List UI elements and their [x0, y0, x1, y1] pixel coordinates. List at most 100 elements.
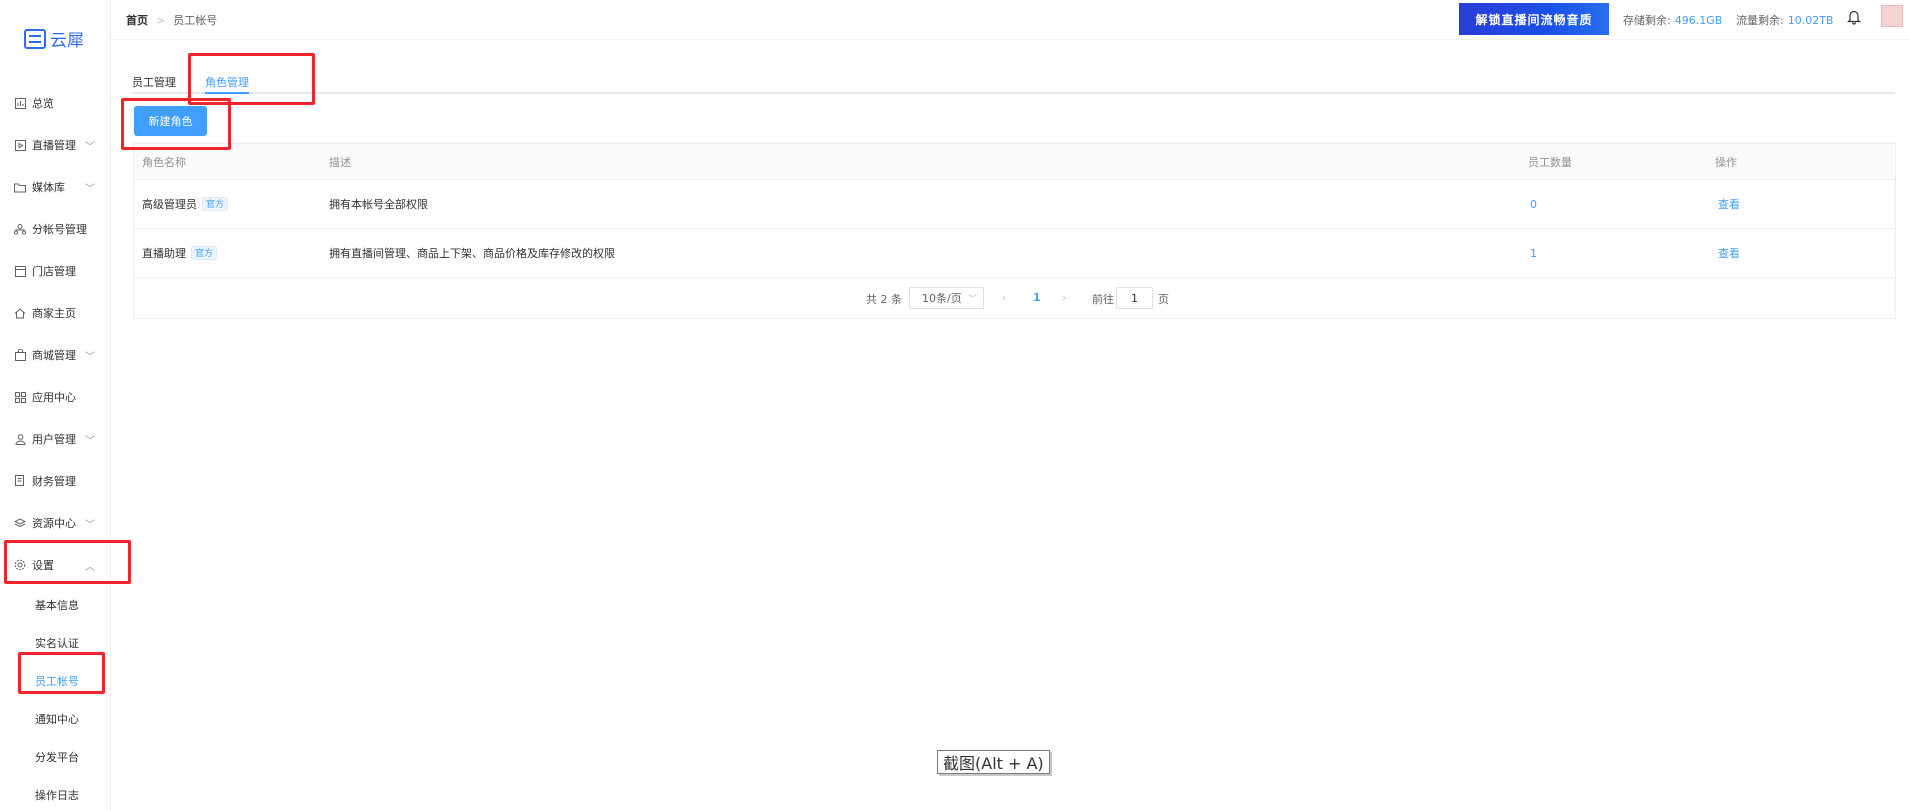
new-role-button[interactable]: 新建角色 — [134, 106, 207, 136]
tab-role-management[interactable]: 角色管理 — [205, 74, 249, 90]
tab-staff-management[interactable]: 员工管理 — [132, 74, 176, 90]
active-tab-indicator — [205, 92, 249, 94]
sidebar-item-label: 应用中心 — [32, 391, 76, 404]
sidebar-item-label: 设置 — [32, 559, 54, 572]
sidebar-item-stores[interactable]: 门店管理 — [0, 250, 111, 292]
role-name: 高级管理员 — [142, 198, 197, 211]
sidebar-item-label: 分帐号管理 — [32, 223, 87, 236]
promo-banner[interactable]: 解锁直播间流畅音质 — [1459, 3, 1609, 35]
pagination: 共 2 条 10条/页 ﹀ ‹ 1 › 前往 1 页 — [134, 278, 1895, 318]
official-tag: 官方 — [202, 197, 229, 211]
sidebar-item-finance[interactable]: 财务管理 — [0, 460, 111, 502]
finance-icon — [14, 475, 26, 487]
sidebar-item-overview[interactable]: 总览 — [0, 82, 111, 124]
sidebar: 云犀 总览 直播管理 ﹀ 媒体库 ﹀ 分帐号管理 门店管理 商家主页 商城管理 … — [0, 0, 111, 810]
table-row: 直播助理 官方 拥有直播间管理、商品上下架、商品价格及库存修改的权限 1 查看 — [134, 229, 1895, 278]
role-name-cell: 高级管理员 官方 — [142, 180, 229, 228]
folder-icon — [14, 181, 26, 193]
play-icon — [14, 139, 26, 151]
column-header-role-name: 角色名称 — [142, 155, 186, 169]
role-name: 直播助理 — [142, 247, 186, 260]
chevron-down-icon: ﹀ — [85, 436, 95, 447]
settings-sub-staff-accounts[interactable]: 员工帐号 — [0, 662, 111, 700]
role-table: 角色名称 描述 员工数量 操作 高级管理员 官方 拥有本帐号全部权限 0 查看 … — [133, 143, 1896, 319]
column-header-description: 描述 — [329, 155, 351, 169]
chevron-right-icon: > — [156, 13, 166, 27]
page-size-select[interactable]: 10条/页 ﹀ — [909, 287, 984, 309]
traffic-quota: 流量剩余: 10.02TB — [1736, 12, 1833, 28]
breadcrumb: 首页 > 员工帐号 — [126, 12, 217, 28]
page-suffix: 页 — [1158, 293, 1169, 306]
sidebar-item-live[interactable]: 直播管理 ﹀ — [0, 124, 111, 166]
settings-sub-notifications[interactable]: 通知中心 — [0, 700, 111, 738]
sidebar-item-apps[interactable]: 应用中心 — [0, 376, 111, 418]
official-tag: 官方 — [191, 246, 218, 260]
breadcrumb-home[interactable]: 首页 — [126, 12, 148, 28]
traffic-label: 流量剩余: — [1736, 14, 1784, 27]
chevron-down-icon: ﹀ — [85, 520, 95, 531]
sidebar-item-resources[interactable]: 资源中心 ﹀ — [0, 502, 111, 544]
avatar[interactable] — [1881, 5, 1903, 27]
sidebar-item-label: 媒体库 — [32, 181, 65, 194]
pagination-total: 共 2 条 — [866, 293, 902, 306]
sidebar-item-label: 门店管理 — [32, 265, 76, 278]
view-link[interactable]: 查看 — [1718, 180, 1740, 228]
hierarchy-icon — [14, 223, 26, 235]
traffic-value: 10.02TB — [1787, 14, 1834, 27]
page-number-current[interactable]: 1 — [1033, 291, 1041, 304]
sidebar-item-label: 商城管理 — [32, 349, 76, 362]
sidebar-item-label: 商家主页 — [32, 307, 76, 320]
home-icon — [14, 307, 26, 319]
sidebar-item-merchant-home[interactable]: 商家主页 — [0, 292, 111, 334]
prev-page-icon[interactable]: ‹ — [1002, 291, 1006, 304]
staff-count-link[interactable]: 1 — [1530, 229, 1537, 277]
storage-value: 496.1GB — [1674, 14, 1723, 27]
user-icon — [14, 433, 26, 445]
sidebar-item-label: 直播管理 — [32, 139, 76, 152]
chart-icon — [14, 97, 26, 109]
storage-label: 存储剩余: — [1623, 14, 1671, 27]
settings-sub-real-name[interactable]: 实名认证 — [0, 624, 111, 662]
staff-count-link[interactable]: 0 — [1530, 180, 1537, 228]
store-icon — [14, 265, 26, 277]
sidebar-item-subaccounts[interactable]: 分帐号管理 — [0, 208, 111, 250]
layers-icon — [14, 517, 26, 529]
goto-page-input[interactable]: 1 — [1116, 287, 1153, 309]
table-row: 高级管理员 官方 拥有本帐号全部权限 0 查看 — [134, 180, 1895, 229]
bag-icon — [14, 349, 26, 361]
gear-icon — [14, 559, 26, 571]
top-header: 首页 > 员工帐号 解锁直播间流畅音质 存储剩余: 496.1GB 流量剩余: 10… — [111, 0, 1910, 40]
view-link[interactable]: 查看 — [1718, 229, 1740, 277]
breadcrumb-current: 员工帐号 — [173, 14, 218, 27]
table-header: 角色名称 描述 员工数量 操作 — [134, 144, 1895, 180]
storage-quota: 存储剩余: 496.1GB — [1623, 12, 1722, 28]
sidebar-item-media[interactable]: 媒体库 ﹀ — [0, 166, 111, 208]
column-header-staff-count: 员工数量 — [1528, 155, 1572, 169]
screenshot-tooltip: 截图(Alt + A) — [937, 750, 1050, 774]
settings-sub-operation-log[interactable]: 操作日志 — [0, 776, 111, 810]
logo-icon — [24, 28, 46, 49]
sidebar-item-users[interactable]: 用户管理 ﹀ — [0, 418, 111, 460]
next-page-icon[interactable]: › — [1062, 291, 1066, 304]
bell-icon[interactable] — [1847, 9, 1861, 25]
sidebar-item-mall[interactable]: 商城管理 ﹀ — [0, 334, 111, 376]
chevron-down-icon: ﹀ — [85, 142, 95, 153]
chevron-up-icon: ︿ — [85, 562, 95, 573]
role-description: 拥有直播间管理、商品上下架、商品价格及库存修改的权限 — [329, 247, 615, 260]
chevron-down-icon: ﹀ — [85, 184, 95, 195]
sidebar-item-label: 总览 — [32, 97, 54, 110]
settings-sub-basic-info[interactable]: 基本信息 — [0, 586, 111, 624]
logo-text: 云犀 — [50, 31, 84, 51]
role-name-cell: 直播助理 官方 — [142, 229, 218, 277]
tab-bar: 员工管理 角色管理 — [132, 62, 1895, 94]
goto-label: 前往 — [1092, 293, 1114, 306]
settings-sub-distribution[interactable]: 分发平台 — [0, 738, 111, 776]
role-description: 拥有本帐号全部权限 — [329, 198, 428, 211]
column-header-actions: 操作 — [1715, 155, 1737, 169]
sidebar-nav: 总览 直播管理 ﹀ 媒体库 ﹀ 分帐号管理 门店管理 商家主页 商城管理 ﹀ 应… — [0, 82, 111, 810]
sidebar-item-settings[interactable]: 设置 ︿ — [0, 544, 111, 586]
logo[interactable]: 云犀 — [24, 26, 84, 51]
sidebar-item-label: 用户管理 — [32, 433, 76, 446]
page-size-value: 10条/页 — [922, 292, 962, 305]
chevron-down-icon: ﹀ — [967, 294, 977, 305]
